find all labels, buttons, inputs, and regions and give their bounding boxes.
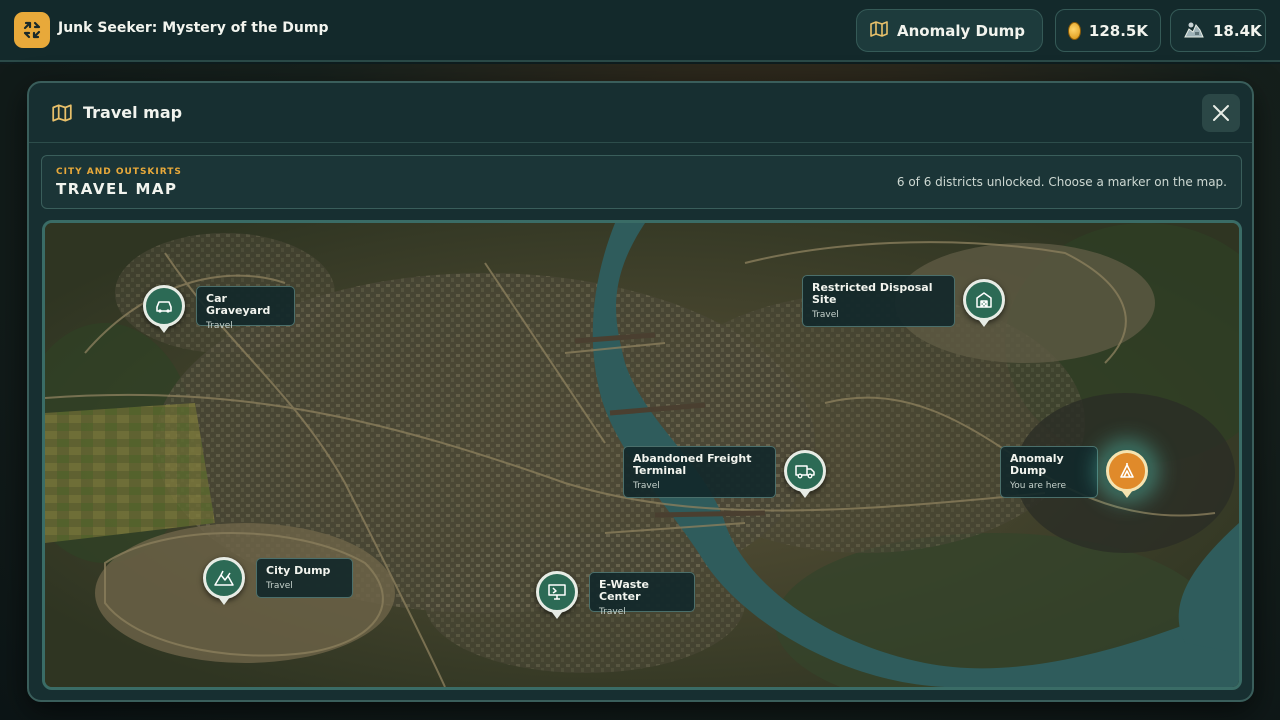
e-waste-center-marker[interactable]: [536, 571, 578, 619]
travel-map-dialog: Travel map CITY AND OUTSKIRTS TRAVEL MAP…: [27, 81, 1254, 702]
location-label[interactable]: Abandoned Freight Terminal Travel: [623, 446, 776, 498]
scrap-value: 18.4K: [1213, 21, 1262, 40]
map-icon: [869, 19, 889, 43]
dialog-title: Travel map: [83, 103, 183, 122]
dialog-header: Travel map: [29, 83, 1252, 143]
location-action: You are here: [1010, 481, 1067, 491]
world-map[interactable]: Car Graveyard Travel Restricted Disposal…: [42, 220, 1242, 690]
restricted-disposal-site-marker[interactable]: [963, 279, 1005, 327]
coins-value: 128.5K: [1088, 21, 1148, 40]
warehouse-icon: [976, 292, 992, 308]
location-action: Travel: [266, 581, 293, 591]
current-location-button[interactable]: Anomaly Dump: [856, 9, 1043, 52]
map-icon: [51, 102, 73, 128]
truck-icon: [795, 465, 815, 479]
app-title: Junk Seeker: Mystery of the Dump: [58, 20, 329, 36]
recycle-arrows-icon: [14, 12, 50, 48]
location-label[interactable]: City Dump Travel: [256, 558, 353, 598]
location-name: City Dump: [266, 564, 331, 577]
coin-icon: [1068, 21, 1081, 40]
unlock-status: 6 of 6 districts unlocked. Choose a mark…: [896, 175, 1227, 189]
top-bar: Junk Seeker: Mystery of the Dump Anomaly…: [0, 0, 1280, 62]
map-eyebrow: CITY AND OUTSKIRTS: [56, 167, 182, 177]
city-dump-marker[interactable]: [203, 557, 245, 605]
location-action: Travel: [599, 607, 626, 617]
scrap-pile-icon: [1183, 19, 1205, 43]
coins-counter: 128.5K: [1055, 9, 1161, 52]
location-label[interactable]: Car Graveyard Travel: [196, 286, 295, 331]
abandoned-freight-terminal-marker[interactable]: [784, 450, 826, 498]
map-info-bar: CITY AND OUTSKIRTS TRAVEL MAP 6 of 6 dis…: [41, 155, 1242, 209]
close-button[interactable]: [1202, 94, 1240, 132]
location-name: Restricted Disposal Site: [812, 281, 933, 306]
scrap-counter: 18.4K: [1170, 9, 1266, 52]
location-action: Travel: [206, 321, 233, 331]
location-name: E-Waste Center: [599, 578, 650, 603]
location-name: Abandoned Freight Terminal: [633, 452, 752, 477]
anomaly-dump-marker[interactable]: [1106, 450, 1148, 498]
close-icon: [1213, 105, 1229, 121]
current-location-label: Anomaly Dump: [897, 21, 1025, 40]
car-graveyard-marker[interactable]: [143, 285, 185, 333]
location-action: Travel: [633, 481, 660, 491]
car-icon: [156, 301, 172, 313]
trash-heap-icon: [214, 570, 234, 586]
location-label[interactable]: Restricted Disposal Site Travel: [802, 275, 955, 327]
location-name: Anomaly Dump: [1010, 452, 1064, 477]
location-action: Travel: [812, 310, 839, 320]
location-label[interactable]: E-Waste Center Travel: [589, 572, 695, 617]
anomaly-icon: [1120, 463, 1134, 478]
monitor-icon: [548, 584, 566, 600]
map-heading: TRAVEL MAP: [56, 180, 178, 198]
location-name: Car Graveyard: [206, 292, 271, 317]
location-label[interactable]: Anomaly Dump You are here: [1000, 446, 1098, 498]
